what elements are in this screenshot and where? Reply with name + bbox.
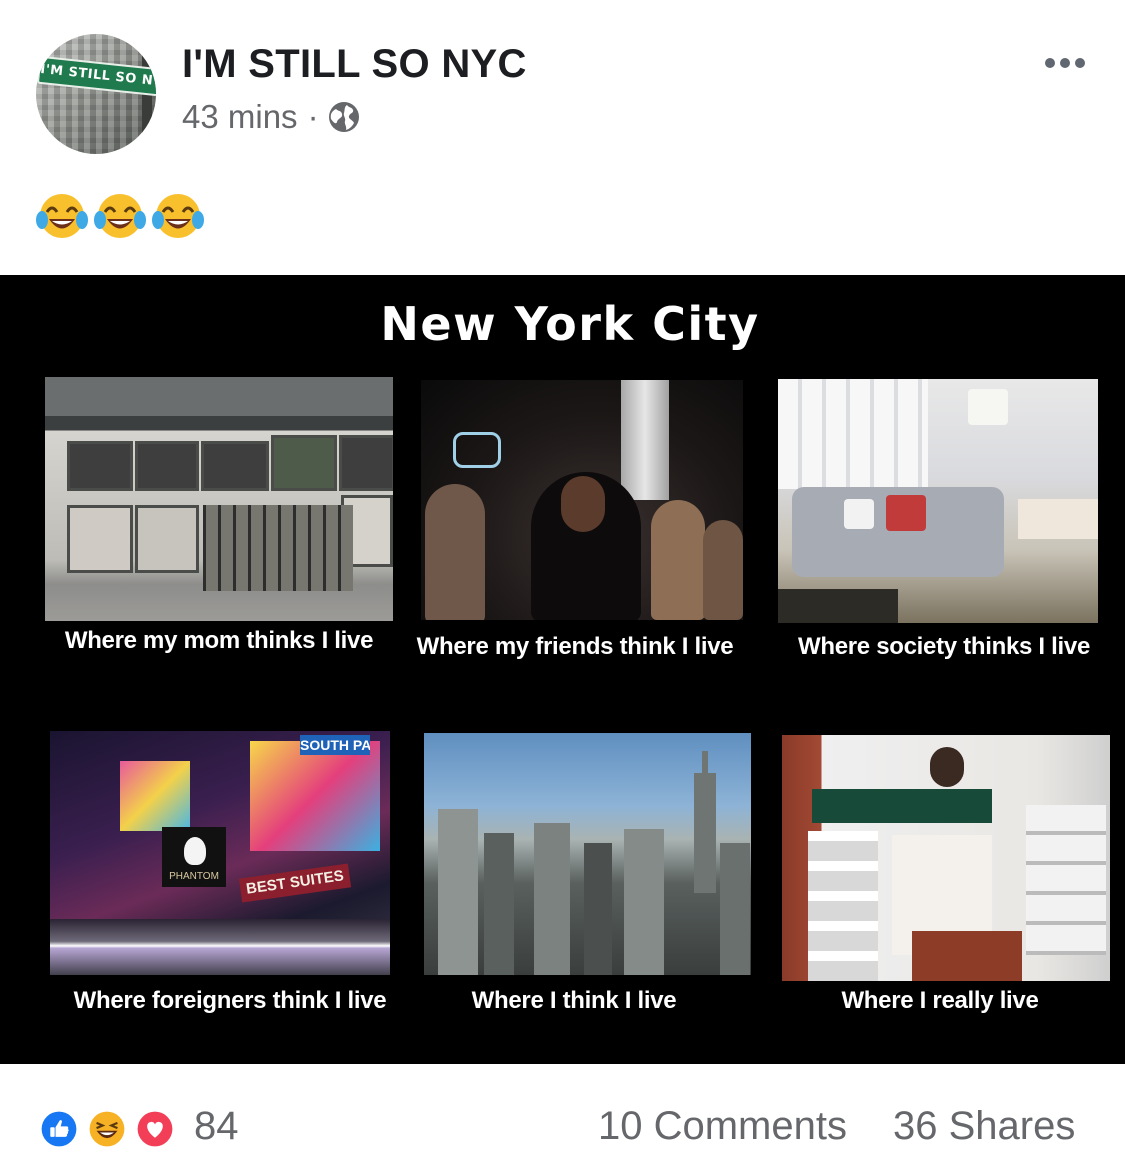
rug [778, 589, 898, 623]
panel-caption: Where society thinks I live [797, 633, 1090, 660]
skyscraper [624, 829, 664, 975]
reaction-count[interactable]: 84 [194, 1104, 239, 1149]
panel-photo-party [421, 380, 743, 620]
tears-of-joy-emoji-icon [36, 194, 88, 238]
panel-caption: Where I really live [841, 987, 1039, 1014]
phantom-sign: PHANTOM [169, 871, 219, 882]
man-face [561, 476, 605, 532]
south-pacific-sign: SOUTH PACIFIC [300, 735, 370, 755]
panel-caption: Where my friends think I live [416, 633, 734, 660]
building-window [67, 441, 133, 491]
skyscraper [438, 809, 478, 975]
building-window [135, 441, 199, 491]
globe-icon[interactable] [327, 100, 361, 134]
post-status-text [36, 186, 210, 242]
loft-bed [812, 789, 992, 823]
building-window [67, 505, 133, 573]
sofa-pillow [886, 495, 926, 531]
play-sign [453, 432, 501, 468]
wood-floor [912, 931, 1022, 981]
building-window [271, 435, 337, 491]
meta-separator: · [307, 98, 319, 135]
metal-gate [203, 505, 353, 591]
billboard [120, 761, 190, 831]
window-blinds [778, 379, 928, 489]
billboard [250, 741, 380, 851]
panel-photo-times-square: SOUTH PACIFIC PHANTOM BEST SUITES [50, 731, 390, 975]
love-icon [132, 1106, 178, 1152]
more-options-icon[interactable] [1045, 58, 1085, 68]
panel-photo-living-room [778, 379, 1098, 623]
post-image[interactable]: New York City Where my mom thinks I live… [0, 275, 1125, 1064]
storage-shelves [1026, 805, 1106, 955]
phantom-mask-icon [184, 837, 206, 865]
page-avatar[interactable]: I'M STILL SO NYC [36, 34, 156, 154]
panel-photo-abandoned-building [45, 377, 393, 621]
woman-figure [703, 520, 743, 620]
shares-count-link[interactable]: 36 Shares [893, 1104, 1075, 1149]
panel-photo-tiny-apartment [782, 735, 1110, 981]
woman-figure [425, 484, 485, 620]
tears-of-joy-emoji-icon [152, 194, 204, 238]
dining-table [1018, 499, 1098, 539]
ladder [808, 831, 878, 981]
more-dot [1075, 58, 1085, 68]
empire-state-building [694, 773, 716, 893]
woman-figure [651, 500, 705, 620]
skyscraper [584, 843, 612, 975]
more-dot [1045, 58, 1055, 68]
post-footer: 84 10 Comments 36 Shares [0, 1064, 1125, 1167]
street-light-trails [50, 919, 390, 975]
building-window [201, 441, 269, 491]
page-name-link[interactable]: I'M STILL SO NYC [182, 42, 527, 87]
building-window [339, 435, 393, 491]
tears-of-joy-emoji-icon [94, 194, 146, 238]
building-window [135, 505, 199, 573]
panel-caption: Where I think I live [471, 987, 677, 1014]
skyscraper [720, 843, 750, 975]
skyscraper [484, 833, 514, 975]
person-on-loft [930, 747, 964, 787]
lamp-shade [968, 389, 1008, 425]
panel-caption: Where foreigners think I live [73, 987, 387, 1014]
curtain [621, 380, 669, 500]
meme-title: New York City [380, 297, 760, 351]
panel-caption: Where my mom thinks I live [64, 627, 374, 654]
more-dot [1060, 58, 1070, 68]
haha-icon [84, 1106, 130, 1152]
best-suites-sign: BEST SUITES [238, 863, 352, 903]
skyscraper [534, 823, 570, 975]
comments-count-link[interactable]: 10 Comments [598, 1104, 847, 1149]
post-meta: 43 mins · [182, 98, 361, 136]
antenna [702, 751, 708, 777]
like-icon [36, 1106, 82, 1152]
reaction-icons[interactable] [36, 1106, 182, 1152]
sofa-pillow [844, 499, 874, 529]
panel-photo-skyline [424, 733, 751, 975]
post-timestamp[interactable]: 43 mins [182, 98, 298, 136]
